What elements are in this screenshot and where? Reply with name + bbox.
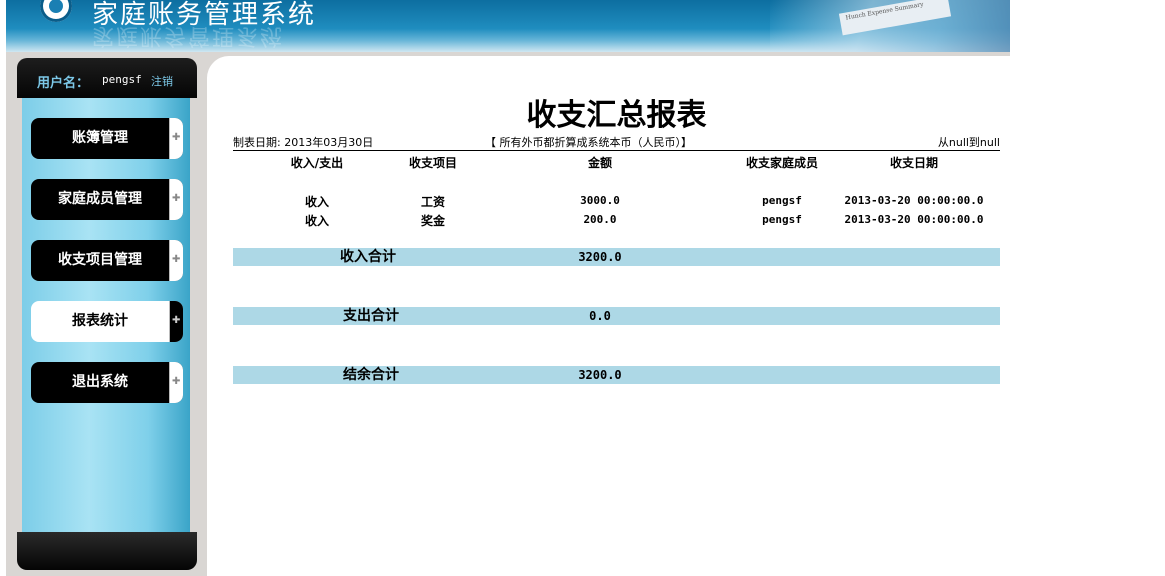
plus-icon: ✚ bbox=[172, 376, 181, 387]
total-label: 结余合计 bbox=[343, 367, 399, 383]
sidebar-item-handle: ✚ bbox=[169, 240, 183, 281]
report-meta: 制表日期: 2013年03月30日 【 所有外币都折算成系统本币（人民币）】 从… bbox=[233, 134, 1000, 151]
date-range: 从null到null bbox=[937, 136, 1000, 149]
sidebar-item-label: 退出系统 bbox=[72, 374, 128, 390]
cell-type: 收入 bbox=[304, 195, 329, 209]
sidebar-item-reports[interactable]: 报表统计 ✚ bbox=[31, 301, 183, 342]
sidebar-item-ledger[interactable]: 账簿管理 ✚ bbox=[31, 118, 183, 159]
logout-link[interactable]: 注销 bbox=[151, 73, 173, 89]
cell-date: 2013-03-20 00:00:00.0 bbox=[844, 213, 984, 226]
plus-icon: ✚ bbox=[172, 315, 181, 326]
sidebar-item-exit[interactable]: 退出系统 ✚ bbox=[31, 362, 183, 403]
sidebar-item-label: 收支项目管理 bbox=[58, 252, 142, 268]
app-header: 家庭账务管理系统 家庭账务管理系统 Hunch Expense Summary bbox=[6, 0, 1010, 52]
cell-member: pengsf bbox=[762, 213, 802, 226]
logo-icon bbox=[40, 0, 72, 22]
header-paper-graphic: Hunch Expense Summary bbox=[838, 0, 952, 36]
cell-date: 2013-03-20 00:00:00.0 bbox=[844, 194, 984, 207]
total-row-income: 收入合计 3200.0 bbox=[233, 248, 1000, 266]
plus-icon: ✚ bbox=[172, 193, 181, 204]
total-value: 3200.0 bbox=[578, 368, 622, 382]
user-bar: 用户名： pengsf 注销 bbox=[17, 58, 197, 98]
report-date: 制表日期: 2013年03月30日 bbox=[233, 136, 374, 149]
column-header-date: 收支日期 bbox=[889, 156, 938, 170]
cell-item: 奖金 bbox=[420, 214, 445, 228]
sidebar-item-handle: ✚ bbox=[169, 362, 183, 403]
column-header-amount: 金额 bbox=[587, 156, 612, 170]
total-row-balance: 结余合计 3200.0 bbox=[233, 366, 1000, 384]
sidebar-item-label: 报表统计 bbox=[72, 313, 128, 329]
sidebar-item-items[interactable]: 收支项目管理 ✚ bbox=[31, 240, 183, 281]
column-header-member: 收支家庭成员 bbox=[745, 156, 818, 170]
sidebar-item-handle: ✚ bbox=[169, 179, 183, 220]
total-label: 支出合计 bbox=[343, 308, 399, 324]
total-row-expense: 支出合计 0.0 bbox=[233, 307, 1000, 325]
report-title: 收支汇总报表 bbox=[526, 98, 707, 133]
column-header-type: 收入/支出 bbox=[290, 156, 344, 170]
sidebar-item-handle: ✚ bbox=[169, 301, 183, 342]
plus-icon: ✚ bbox=[172, 254, 181, 265]
total-value: 0.0 bbox=[589, 309, 611, 323]
sidebar-item-label: 账簿管理 bbox=[72, 130, 128, 146]
header-decoration: Hunch Expense Summary bbox=[770, 0, 1010, 52]
total-value: 3200.0 bbox=[578, 250, 622, 264]
sidebar-item-handle: ✚ bbox=[169, 118, 183, 159]
cell-amount: 3000.0 bbox=[580, 194, 620, 207]
currency-note: 【 所有外币都折算成系统本币（人民币）】 bbox=[485, 136, 692, 149]
sidebar-item-label: 家庭成员管理 bbox=[58, 191, 142, 207]
sidebar-item-members[interactable]: 家庭成员管理 ✚ bbox=[31, 179, 183, 220]
cell-member: pengsf bbox=[762, 194, 802, 207]
username-value: pengsf bbox=[102, 73, 142, 86]
sidebar-footer bbox=[17, 532, 197, 570]
column-header-item: 收支项目 bbox=[408, 156, 457, 170]
cell-type: 收入 bbox=[304, 214, 329, 228]
cell-amount: 200.0 bbox=[583, 213, 617, 226]
plus-icon: ✚ bbox=[172, 132, 181, 143]
username-label: 用户名： bbox=[37, 76, 90, 91]
cell-item: 工资 bbox=[420, 195, 445, 209]
app-title-reflection: 家庭账务管理系统 bbox=[92, 23, 285, 48]
total-label: 收入合计 bbox=[340, 249, 396, 265]
